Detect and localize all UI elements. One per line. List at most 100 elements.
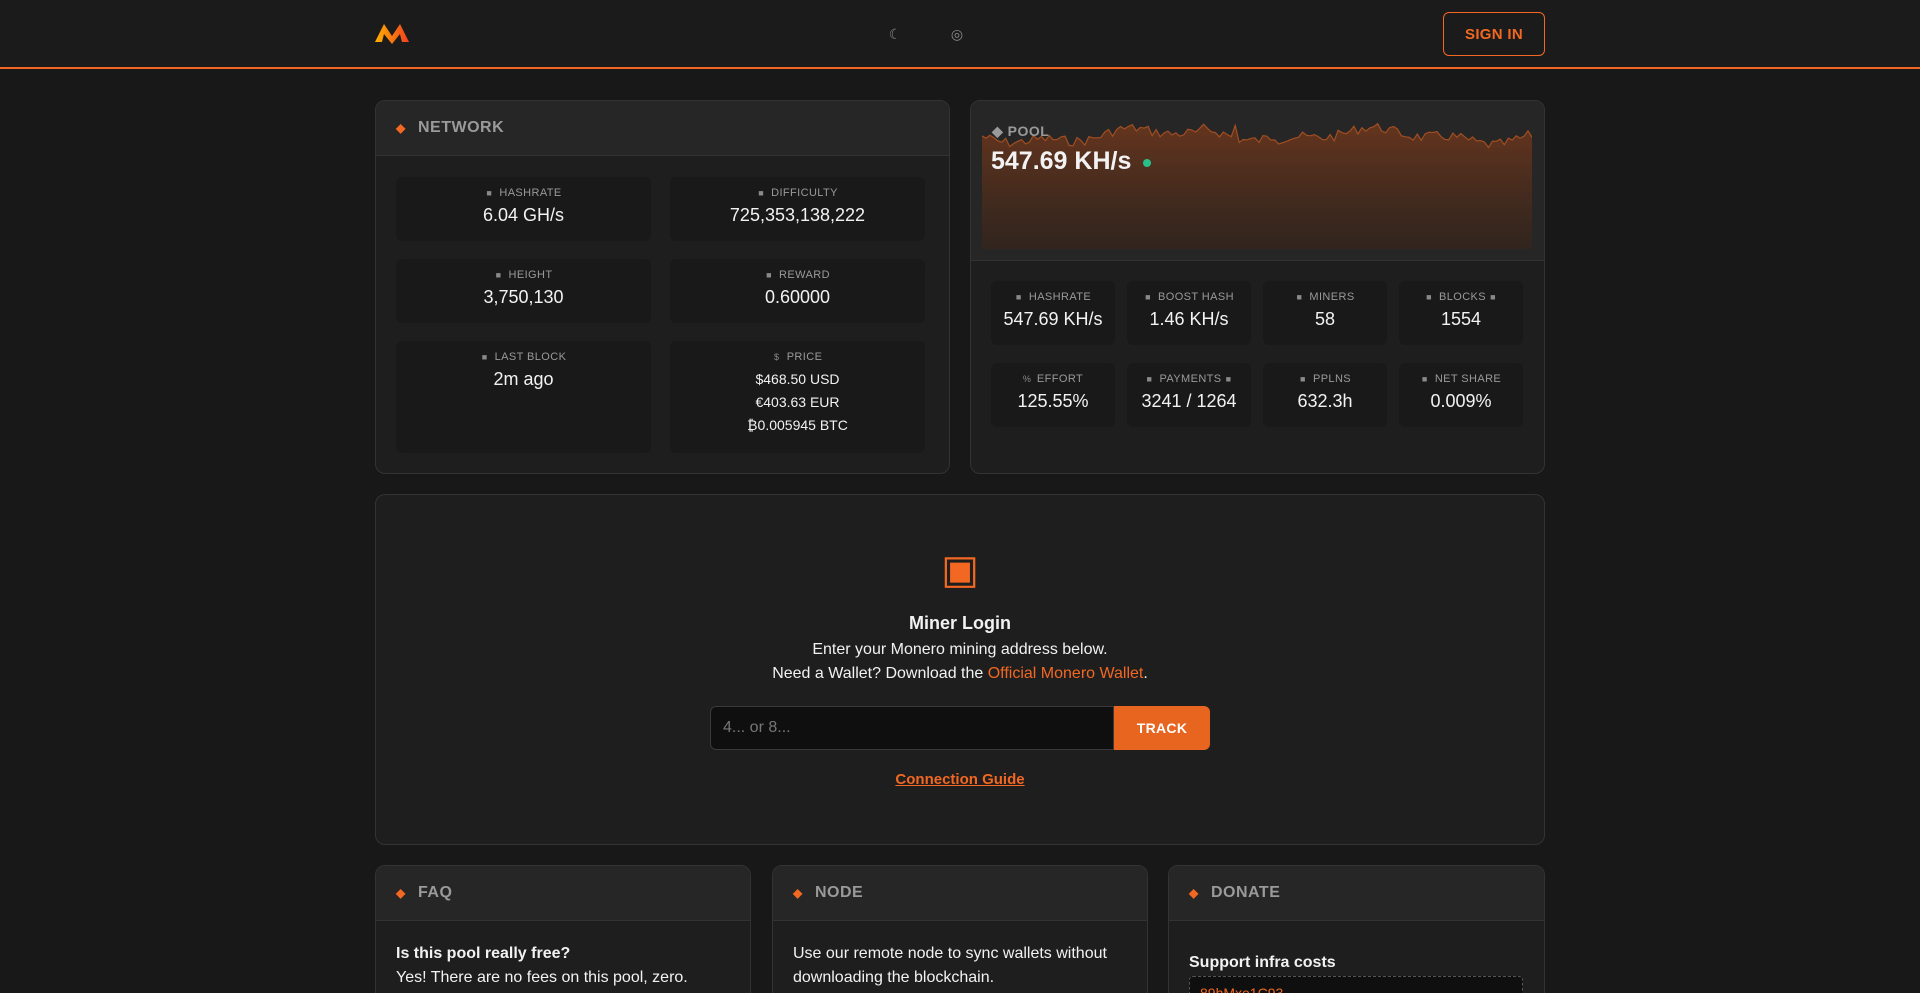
pool-blocks-card[interactable]: ■ BLOCKS ■ 1554 xyxy=(1399,281,1523,345)
node-description: Use our remote node to sync wallets with… xyxy=(793,945,1107,986)
sign-in-button[interactable]: SIGN IN xyxy=(1443,12,1545,56)
donate-panel: ◆ DONATE Support infra costs 89hMxe1C93.… xyxy=(1168,865,1545,993)
login-instructions: Enter your Monero mining address below. xyxy=(812,641,1108,658)
stat-label: DIFFICULTY xyxy=(771,187,838,199)
moon-icon[interactable]: ☾ xyxy=(887,25,903,43)
bolt-icon: ■ xyxy=(1145,292,1151,302)
network-panel: ◆ NETWORK ■ HASHRATE 6.04 GH/s ■ DIFFICULT… xyxy=(375,100,950,474)
online-status-dot xyxy=(1143,159,1151,167)
wallet-download-suffix: . xyxy=(1143,665,1148,682)
pool-hashrate-chart xyxy=(982,122,1532,249)
network-panel-header: ◆ NETWORK xyxy=(376,101,949,156)
stat-label: MINERS xyxy=(1309,291,1355,303)
pool-hashrate-value: 547.69 KH/s xyxy=(1003,309,1103,329)
link-icon: ■ xyxy=(1225,374,1232,384)
pool-payments-value: 3241 / 1264 xyxy=(1141,391,1237,411)
pool-miners-card: ■ MINERS 58 xyxy=(1263,281,1387,345)
network-height-card: ■ HEIGHT 3,750,130 xyxy=(396,259,651,323)
network-height-value: 3,750,130 xyxy=(483,287,564,307)
price-btc: ₿0.005945 BTC xyxy=(747,417,848,433)
stat-label: NET SHARE xyxy=(1434,373,1502,385)
pool-netshare-card: ■ NET SHARE 0.009% xyxy=(1399,363,1523,427)
network-hashrate-card: ■ HASHRATE 6.04 GH/s xyxy=(396,177,651,241)
network-hashrate-value: 6.04 GH/s xyxy=(482,205,565,225)
faq-panel-header: ◆ FAQ xyxy=(376,866,750,921)
network-difficulty-card: ■ DIFFICULTY 725,353,138,222 xyxy=(670,177,925,241)
gauge-icon: ■ xyxy=(486,188,493,198)
logo[interactable] xyxy=(375,22,409,44)
faq-title: FAQ xyxy=(418,884,453,901)
pool-current-rate: 547.69 KH/s xyxy=(991,147,1132,175)
donate-subtitle: Support infra costs xyxy=(1189,954,1336,971)
difficulty-icon: ■ xyxy=(758,188,765,198)
wallet-icon: ▣ xyxy=(941,548,979,592)
wallet-download-prefix: Need a Wallet? Download the xyxy=(772,665,988,682)
pool-miners-value: 58 xyxy=(1314,309,1336,329)
stat-label: HASHRATE xyxy=(499,187,562,199)
track-button[interactable]: TRACK xyxy=(1114,706,1210,750)
pool-icon: ◆ xyxy=(992,123,1008,139)
server-icon: ◆ xyxy=(793,886,803,900)
link-icon: ■ xyxy=(1490,292,1496,302)
cube-icon: ■ xyxy=(1426,292,1432,302)
stat-label: BOOST HASH xyxy=(1158,291,1234,303)
node-panel: ◆ NODE Use our remote node to sync walle… xyxy=(772,865,1148,993)
price-eur: €403.63 EUR xyxy=(755,394,840,410)
question-icon: ◆ xyxy=(396,886,406,900)
network-icon: ◆ xyxy=(396,121,406,135)
donate-title: DONATE xyxy=(1211,884,1281,901)
pool-pplns-value: 632.3h xyxy=(1297,391,1353,411)
pool-hashrate-card: ■ HASHRATE 547.69 KH/s xyxy=(991,281,1115,345)
price-usd: $468.50 USD xyxy=(755,371,840,387)
pool-effort-value: 125.55% xyxy=(1017,391,1089,411)
node-title: NODE xyxy=(815,884,864,901)
top-bar: ☾ ◎ SIGN IN xyxy=(0,0,1920,69)
wallet-address-input[interactable] xyxy=(710,706,1114,750)
heart-icon: ◆ xyxy=(1189,886,1199,900)
donate-address[interactable]: 89hMxe1C93... xyxy=(1189,976,1523,993)
globe-icon[interactable]: ◎ xyxy=(949,25,965,43)
stat-label: HASHRATE xyxy=(1028,291,1092,303)
donate-panel-header: ◆ DONATE xyxy=(1169,866,1544,921)
hourglass-icon: ■ xyxy=(1300,374,1306,384)
network-price-card: $ PRICE $468.50 USD €403.63 EUR ₿0.005945… xyxy=(670,341,925,453)
official-wallet-link[interactable]: Official Monero Wallet xyxy=(988,665,1144,682)
node-panel-header: ◆ NODE xyxy=(773,866,1147,921)
pool-effort-card: % EFFORT 125.55% xyxy=(991,363,1115,427)
stat-label: PAYMENTS xyxy=(1159,373,1222,385)
stat-label: LAST BLOCK xyxy=(494,351,567,363)
miner-login-panel: ▣ Miner Login Enter your Monero mining a… xyxy=(375,494,1545,845)
faq-answer: Yes! There are no fees on this pool, zer… xyxy=(396,969,688,986)
faq-panel: ◆ FAQ Is this pool really free? Yes! The… xyxy=(375,865,751,993)
network-last-block-card: ■ LAST BLOCK 2m ago xyxy=(396,341,651,453)
pool-blocks-value: 1554 xyxy=(1440,309,1482,329)
pool-title: ◆ POOL xyxy=(992,123,1050,139)
gauge-icon: ■ xyxy=(1015,292,1022,302)
clock-icon: ■ xyxy=(481,352,488,362)
users-icon: ■ xyxy=(1296,292,1303,302)
pie-icon: ■ xyxy=(1421,374,1428,384)
network-last-block-value: 2m ago xyxy=(493,369,554,389)
faq-question: Is this pool really free? xyxy=(396,945,571,962)
pool-boost-card: ■ BOOST HASH 1.46 KH/s xyxy=(1127,281,1251,345)
network-reward-card: ■ REWARD 0.60000 xyxy=(670,259,925,323)
stat-label: BLOCKS xyxy=(1438,291,1487,303)
percent-icon: % xyxy=(1022,374,1032,384)
stat-label: REWARD xyxy=(779,269,830,281)
stat-label: EFFORT xyxy=(1036,373,1084,385)
stat-label: HEIGHT xyxy=(508,269,553,281)
dollar-icon: $ xyxy=(773,352,780,362)
network-difficulty-value: 725,353,138,222 xyxy=(729,205,866,225)
stat-label: PPLNS xyxy=(1312,373,1352,385)
pool-boost-value: 1.46 KH/s xyxy=(1149,309,1229,329)
pool-netshare-value: 0.009% xyxy=(1430,391,1492,411)
pool-payments-card[interactable]: ■ PAYMENTS ■ 3241 / 1264 xyxy=(1127,363,1251,427)
wallet-icon: ■ xyxy=(1146,374,1153,384)
connection-guide-link[interactable]: Connection Guide xyxy=(376,771,1544,788)
pool-panel: ◆ POOL 547.69 KH/s ■ HASHRATE 547.69 KH/s… xyxy=(970,100,1545,474)
wallet-download-text: Need a Wallet? Download the Official Mon… xyxy=(376,665,1544,683)
height-icon: ■ xyxy=(495,270,502,280)
pool-pplns-card: ■ PPLNS 632.3h xyxy=(1263,363,1387,427)
network-reward-value: 0.60000 xyxy=(764,287,831,307)
reward-icon: ■ xyxy=(766,270,772,280)
